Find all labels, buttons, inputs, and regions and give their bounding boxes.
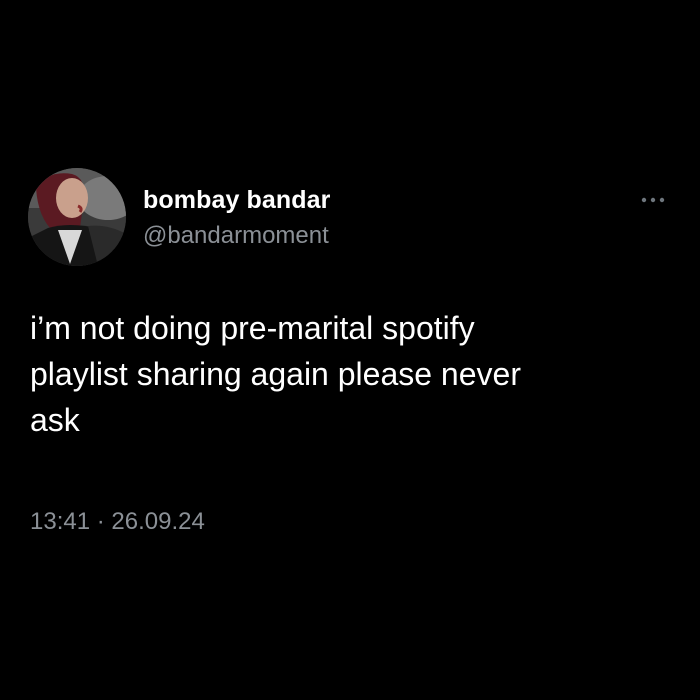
avatar[interactable] — [28, 168, 126, 266]
author-name[interactable]: bombay bandar — [143, 186, 330, 215]
tweet-card: bombay bandar @bandarmoment i’m not doin… — [0, 0, 700, 700]
tweet-text: i’m not doing pre-marital spotify playli… — [30, 310, 521, 438]
tweet-timestamp[interactable]: 13:41 · 26.09.24 — [30, 508, 205, 536]
more-options-button[interactable] — [638, 190, 668, 210]
timestamp-separator: · — [96, 508, 105, 535]
tweet-time: 13:41 — [30, 508, 91, 535]
avatar-image — [28, 168, 126, 266]
author-handle[interactable]: @bandarmoment — [143, 222, 329, 250]
more-horizontal-icon — [641, 197, 665, 203]
tweet-date: 26.09.24 — [111, 508, 205, 535]
